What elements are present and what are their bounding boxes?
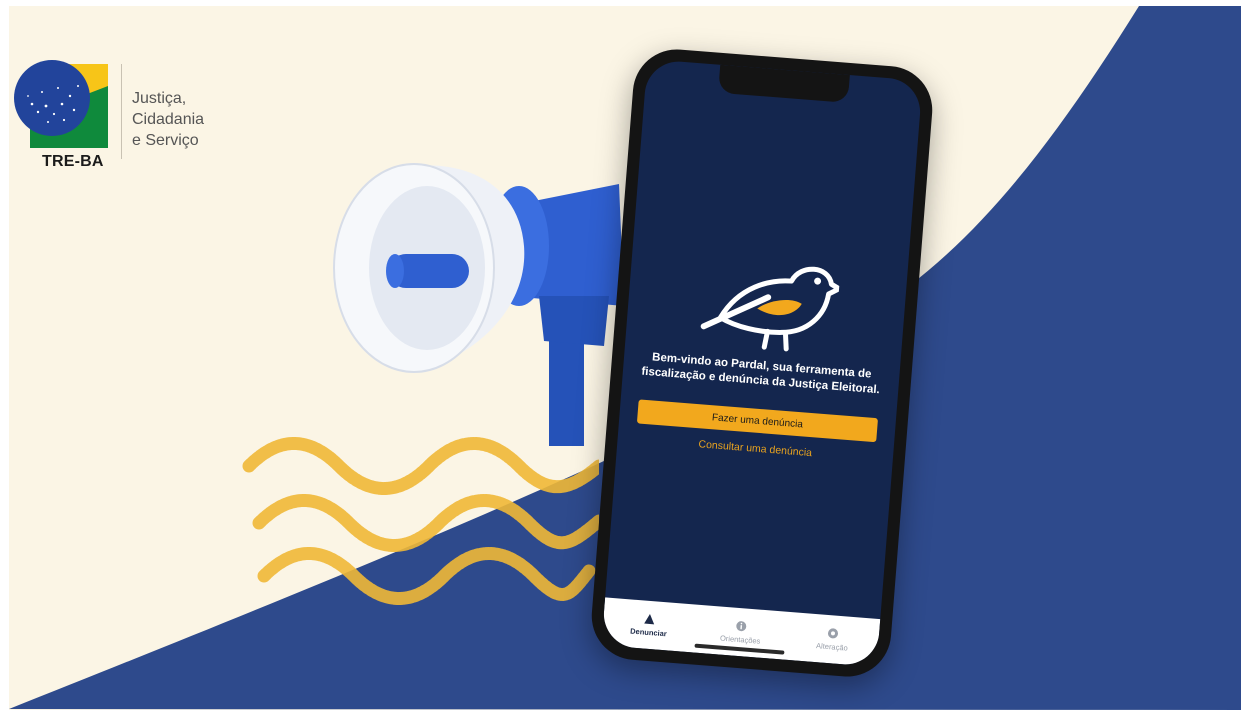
tab-label: Alteração xyxy=(815,641,849,653)
tab-denunciar[interactable]: Denunciar xyxy=(603,609,696,640)
tab-label: Orientações xyxy=(719,633,761,646)
warning-triangle-icon xyxy=(644,613,655,625)
tagline-line-3: e Serviço xyxy=(132,132,199,149)
tre-ba-logo: TRE-BA xyxy=(12,56,112,171)
megaphone-illustration xyxy=(333,163,624,446)
tab-alteracao[interactable]: Alteração xyxy=(786,624,879,655)
promo-banner: TRE-BA Justiça, Cidadania e Serviço Bem-… xyxy=(9,6,1241,710)
tagline-line-2: Cidadania xyxy=(132,111,205,128)
smartphone-mockup: Bem-vindo ao Pardal, sua ferramenta de f… xyxy=(588,46,936,680)
tab-orientacoes[interactable]: Orientações xyxy=(694,617,787,648)
logo-divider xyxy=(121,64,122,159)
info-circle-icon xyxy=(736,621,747,632)
sound-waves-decoration xyxy=(242,437,599,605)
tagline-line-1: Justiça, xyxy=(132,90,187,107)
pardal-bird-icon xyxy=(700,266,842,352)
brazil-globe-emblem-icon xyxy=(14,60,108,148)
logo-abbreviation: TRE-BA xyxy=(42,153,104,170)
app-screen: Bem-vindo ao Pardal, sua ferramenta de f… xyxy=(601,59,923,667)
logo-tagline: Justiça, Cidadania e Serviço xyxy=(132,88,252,151)
tab-label: Denunciar xyxy=(629,626,668,639)
settings-circle-icon xyxy=(827,628,838,639)
